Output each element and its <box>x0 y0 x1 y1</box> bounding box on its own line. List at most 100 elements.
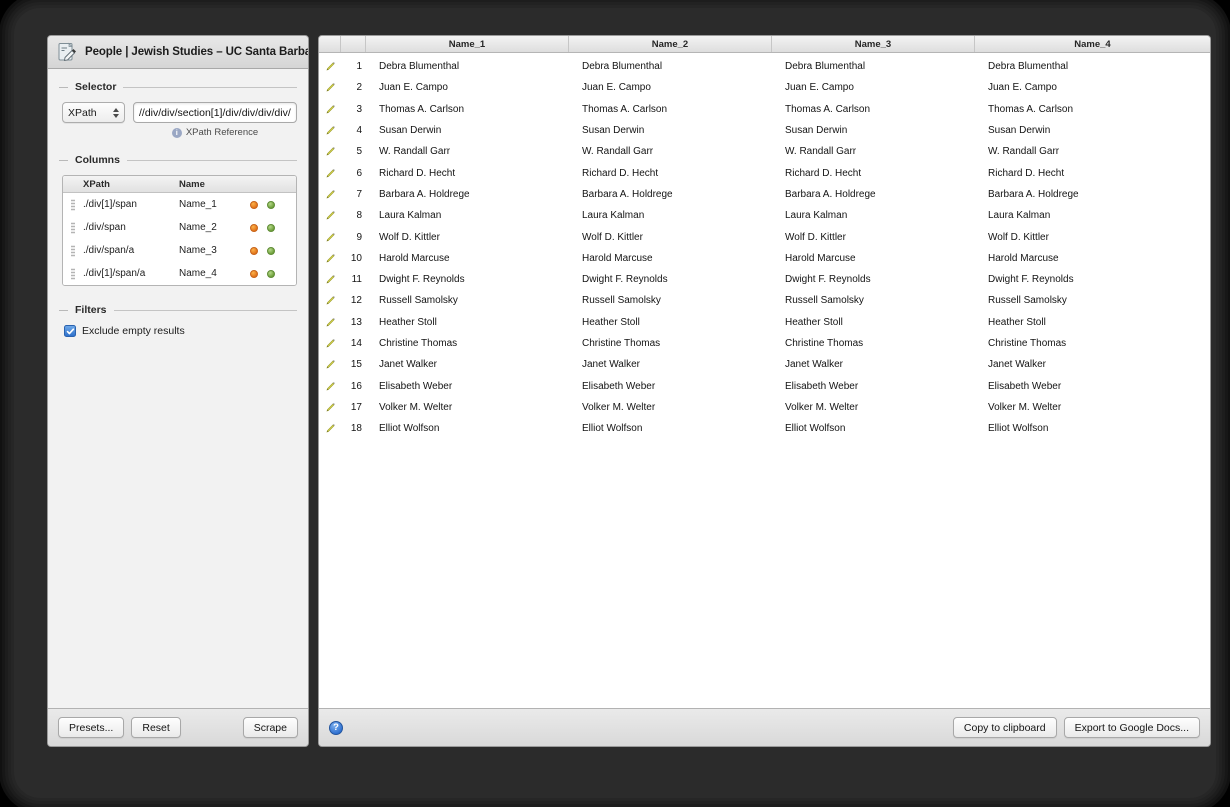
remove-column-icon[interactable] <box>250 223 258 232</box>
drag-handle-icon[interactable] <box>63 267 83 280</box>
cell-name-1[interactable]: Harold Marcuse <box>366 248 569 269</box>
cell-name-3[interactable]: Harold Marcuse <box>772 248 975 269</box>
cell-name-3[interactable]: Laura Kalman <box>772 205 975 226</box>
scrape-button[interactable]: Scrape <box>242 717 298 738</box>
cell-name-2[interactable]: Russell Samolsky <box>569 290 772 311</box>
cell-name-1[interactable]: Wolf D. Kittler <box>366 226 569 247</box>
cell-name-2[interactable]: Thomas A. Carlson <box>569 99 772 120</box>
xpath-input[interactable] <box>133 102 297 123</box>
cell-name-4[interactable]: W. Randall Garr <box>975 141 1210 162</box>
table-row[interactable]: 10 Harold Marcuse Harold Marcuse Harold Mar… <box>319 248 1210 269</box>
table-row[interactable]: 12 Russell Samolsky Russell Samolsky Russel… <box>319 290 1210 311</box>
cell-name-1[interactable]: Christine Thomas <box>366 333 569 354</box>
cell-name-4[interactable]: Richard D. Hecht <box>975 162 1210 183</box>
cell-name-3[interactable]: W. Randall Garr <box>772 141 975 162</box>
results-header-name-3[interactable]: Name_3 <box>772 36 975 52</box>
table-row[interactable]: 17 Volker M. Welter Volker M. Welter Volker… <box>319 397 1210 418</box>
cell-name-2[interactable]: Susan Derwin <box>569 120 772 141</box>
column-row[interactable]: ./div/span Name_2 <box>63 216 296 239</box>
column-xpath-value[interactable]: ./div/span <box>83 222 179 233</box>
edit-pencil-icon[interactable] <box>319 99 341 120</box>
exclude-empty-row[interactable]: Exclude empty results <box>59 325 297 337</box>
cell-name-3[interactable]: Wolf D. Kittler <box>772 226 975 247</box>
results-table-body[interactable]: 1 Debra Blumenthal Debra Blumenthal Debra B… <box>319 53 1210 708</box>
edit-pencil-icon[interactable] <box>319 141 341 162</box>
edit-pencil-icon[interactable] <box>319 120 341 141</box>
results-header-name-2[interactable]: Name_2 <box>569 36 772 52</box>
cell-name-1[interactable]: Debra Blumenthal <box>366 56 569 77</box>
cell-name-4[interactable]: Dwight F. Reynolds <box>975 269 1210 290</box>
selector-type-dropdown[interactable]: XPath <box>62 102 125 123</box>
cell-name-2[interactable]: Wolf D. Kittler <box>569 226 772 247</box>
cell-name-4[interactable]: Wolf D. Kittler <box>975 226 1210 247</box>
cell-name-1[interactable]: Dwight F. Reynolds <box>366 269 569 290</box>
cell-name-3[interactable]: Russell Samolsky <box>772 290 975 311</box>
cell-name-4[interactable]: Christine Thomas <box>975 333 1210 354</box>
cell-name-1[interactable]: Janet Walker <box>366 354 569 375</box>
cell-name-2[interactable]: Debra Blumenthal <box>569 56 772 77</box>
edit-pencil-icon[interactable] <box>319 184 341 205</box>
cell-name-1[interactable]: Volker M. Welter <box>366 397 569 418</box>
cell-name-2[interactable]: Elisabeth Weber <box>569 375 772 396</box>
add-column-icon[interactable] <box>267 246 275 255</box>
copy-to-clipboard-button[interactable]: Copy to clipboard <box>952 717 1057 738</box>
table-row[interactable]: 9 Wolf D. Kittler Wolf D. Kittler Wolf D. K… <box>319 226 1210 247</box>
results-header-name-4[interactable]: Name_4 <box>975 36 1210 52</box>
cell-name-3[interactable]: Thomas A. Carlson <box>772 99 975 120</box>
table-row[interactable]: 14 Christine Thomas Christine Thomas Christ… <box>319 333 1210 354</box>
drag-handle-icon[interactable] <box>63 221 83 234</box>
cell-name-4[interactable]: Susan Derwin <box>975 120 1210 141</box>
cell-name-3[interactable]: Susan Derwin <box>772 120 975 141</box>
add-column-icon[interactable] <box>267 223 275 232</box>
edit-pencil-icon[interactable] <box>319 56 341 77</box>
column-row[interactable]: ./div[1]/span/a Name_4 <box>63 262 296 285</box>
column-name-value[interactable]: Name_1 <box>179 199 250 210</box>
cell-name-4[interactable]: Barbara A. Holdrege <box>975 184 1210 205</box>
cell-name-3[interactable]: Debra Blumenthal <box>772 56 975 77</box>
cell-name-3[interactable]: Christine Thomas <box>772 333 975 354</box>
cell-name-1[interactable]: Susan Derwin <box>366 120 569 141</box>
column-xpath-value[interactable]: ./div[1]/span/a <box>83 268 179 279</box>
remove-column-icon[interactable] <box>250 200 258 209</box>
cell-name-2[interactable]: Dwight F. Reynolds <box>569 269 772 290</box>
edit-pencil-icon[interactable] <box>319 312 341 333</box>
column-name-value[interactable]: Name_2 <box>179 222 250 233</box>
edit-pencil-icon[interactable] <box>319 354 341 375</box>
table-row[interactable]: 3 Thomas A. Carlson Thomas A. Carlson Thoma… <box>319 99 1210 120</box>
table-row[interactable]: 8 Laura Kalman Laura Kalman Laura Kalman Lau… <box>319 205 1210 226</box>
cell-name-3[interactable]: Richard D. Hecht <box>772 162 975 183</box>
edit-pencil-icon[interactable] <box>319 77 341 98</box>
cell-name-2[interactable]: Richard D. Hecht <box>569 162 772 183</box>
cell-name-2[interactable]: Christine Thomas <box>569 333 772 354</box>
edit-pencil-icon[interactable] <box>319 162 341 183</box>
cell-name-2[interactable]: Elliot Wolfson <box>569 418 772 439</box>
exclude-empty-checkbox[interactable] <box>64 325 76 337</box>
edit-pencil-icon[interactable] <box>319 269 341 290</box>
column-xpath-value[interactable]: ./div[1]/span <box>83 199 179 210</box>
column-xpath-value[interactable]: ./div/span/a <box>83 245 179 256</box>
cell-name-3[interactable]: Elliot Wolfson <box>772 418 975 439</box>
reset-button[interactable]: Reset <box>131 717 181 738</box>
column-name-value[interactable]: Name_3 <box>179 245 250 256</box>
table-row[interactable]: 4 Susan Derwin Susan Derwin Susan Derwin Sus… <box>319 120 1210 141</box>
cell-name-3[interactable]: Heather Stoll <box>772 312 975 333</box>
cell-name-1[interactable]: Thomas A. Carlson <box>366 99 569 120</box>
table-row[interactable]: 5 W. Randall Garr W. Randall Garr W. Randal… <box>319 141 1210 162</box>
table-row[interactable]: 11 Dwight F. Reynolds Dwight F. Reynolds Dw… <box>319 269 1210 290</box>
cell-name-2[interactable]: Barbara A. Holdrege <box>569 184 772 205</box>
edit-pencil-icon[interactable] <box>319 226 341 247</box>
table-row[interactable]: 6 Richard D. Hecht Richard D. Hecht Richard… <box>319 162 1210 183</box>
cell-name-4[interactable]: Heather Stoll <box>975 312 1210 333</box>
edit-pencil-icon[interactable] <box>319 375 341 396</box>
cell-name-1[interactable]: Heather Stoll <box>366 312 569 333</box>
cell-name-4[interactable]: Russell Samolsky <box>975 290 1210 311</box>
cell-name-1[interactable]: Richard D. Hecht <box>366 162 569 183</box>
cell-name-3[interactable]: Elisabeth Weber <box>772 375 975 396</box>
cell-name-1[interactable]: Barbara A. Holdrege <box>366 184 569 205</box>
column-name-value[interactable]: Name_4 <box>179 268 250 279</box>
table-row[interactable]: 2 Juan E. Campo Juan E. Campo Juan E. Campo… <box>319 77 1210 98</box>
edit-pencil-icon[interactable] <box>319 333 341 354</box>
remove-column-icon[interactable] <box>250 269 258 278</box>
cell-name-1[interactable]: Juan E. Campo <box>366 77 569 98</box>
cell-name-1[interactable]: Russell Samolsky <box>366 290 569 311</box>
